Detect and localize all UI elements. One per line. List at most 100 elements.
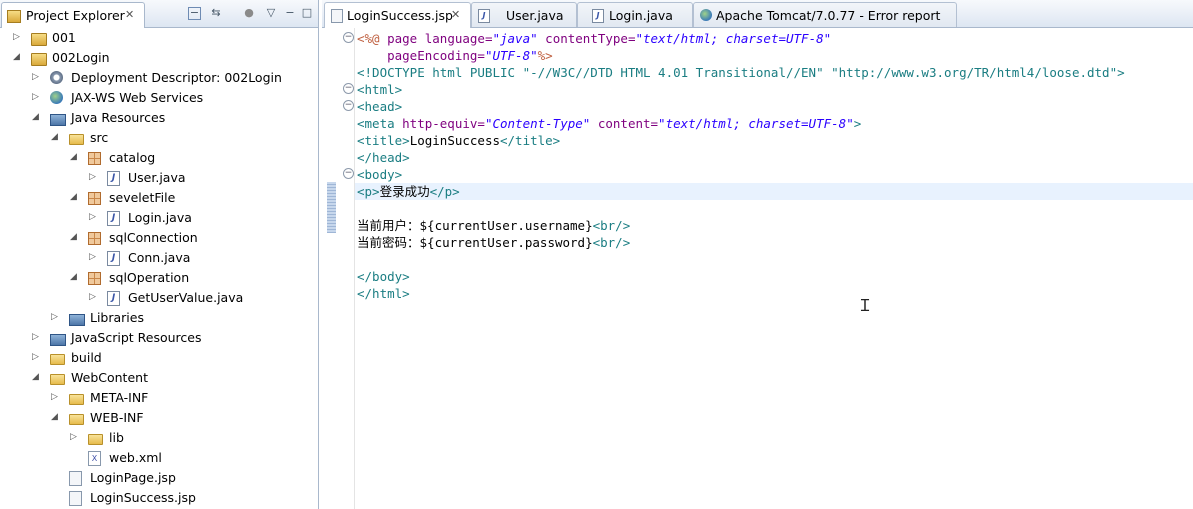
fold-collapse-icon[interactable]: − <box>343 32 354 43</box>
code-token: <head> <box>357 99 403 114</box>
editor-tabbar: LoginSuccess.jsp ✕ J User.java J Login.j… <box>322 0 1193 28</box>
tree-item-label: seveletFile <box>109 190 176 205</box>
tree-item-label: sqlConnection <box>109 230 198 245</box>
expanded-twisty-icon[interactable]: ◢ <box>51 132 61 142</box>
tree-item-label: Java Resources <box>71 110 166 125</box>
code-token: <br/> <box>592 235 631 250</box>
tree-item[interactable]: Xweb.xml <box>0 448 318 468</box>
close-icon[interactable]: ✕ <box>451 8 460 21</box>
view-menu-icon[interactable]: ▽ <box>264 6 278 20</box>
code-line[interactable]: <p>登录成功</p> <box>355 183 1193 200</box>
expanded-twisty-icon[interactable]: ◢ <box>32 372 42 382</box>
folder-icon <box>69 394 84 405</box>
tree-item[interactable]: ◢ 002Login <box>0 48 318 68</box>
tree-item[interactable]: ▷ J Conn.java <box>0 248 318 268</box>
deployment-descriptor-icon <box>50 71 63 84</box>
code-line[interactable]: <head> <box>355 98 1193 115</box>
code-token: ${currentUser.username} <box>419 218 593 233</box>
collapsed-twisty-icon[interactable]: ▷ <box>13 32 23 42</box>
code-token: "UTF-8" <box>484 48 538 63</box>
tree-item[interactable]: ◢ sqlOperation <box>0 268 318 288</box>
tree-item[interactable]: ◢ WebContent <box>0 368 318 388</box>
fold-collapse-icon[interactable]: − <box>343 83 354 94</box>
collapsed-twisty-icon[interactable]: ▷ <box>32 72 42 82</box>
editor-tab-tomcat-error-report[interactable]: Apache Tomcat/7.0.77 - Error report <box>693 2 957 27</box>
tree-item[interactable]: ◢ catalog <box>0 148 318 168</box>
tree-item[interactable]: ▷ build <box>0 348 318 368</box>
link-with-editor-icon[interactable]: ⇆ <box>209 6 223 20</box>
tree-item[interactable]: ▷ Libraries <box>0 308 318 328</box>
source-folder-icon <box>69 134 84 145</box>
code-line[interactable]: <body> <box>355 166 1193 183</box>
expanded-twisty-icon[interactable]: ◢ <box>70 272 80 282</box>
code-line[interactable]: <title>LoginSuccess</title> <box>355 132 1193 149</box>
code-line[interactable]: <html> <box>355 81 1193 98</box>
code-line[interactable]: </body> <box>355 268 1193 285</box>
tree-item[interactable]: ◢ WEB-INF <box>0 408 318 428</box>
collapsed-twisty-icon[interactable]: ▷ <box>32 332 42 342</box>
project-explorer-tab[interactable]: Project Explorer ✕ <box>1 2 145 28</box>
code-line[interactable]: </head> <box>355 149 1193 166</box>
minimize-icon[interactable]: − <box>283 6 297 20</box>
collapsed-twisty-icon[interactable]: ▷ <box>32 92 42 102</box>
code-line[interactable]: 当前用户：${currentUser.username}<br/> <box>355 217 1193 234</box>
editor-tab-loginsuccess-jsp[interactable]: LoginSuccess.jsp ✕ <box>324 2 471 28</box>
tree-item[interactable]: ▷ J User.java <box>0 168 318 188</box>
jsp-file-icon <box>69 471 82 486</box>
collapse-all-icon[interactable]: − <box>188 7 201 20</box>
code-line[interactable] <box>355 200 1193 217</box>
expanded-twisty-icon[interactable]: ◢ <box>70 152 80 162</box>
fold-collapse-icon[interactable]: − <box>343 100 354 111</box>
fold-collapse-icon[interactable]: − <box>343 168 354 179</box>
collapsed-twisty-icon[interactable]: ▷ <box>51 392 61 402</box>
collapsed-twisty-icon[interactable]: ▷ <box>89 212 99 222</box>
maximize-icon[interactable]: □ <box>300 6 314 20</box>
editor-tab-user-java[interactable]: J User.java <box>471 2 577 27</box>
code-line[interactable]: <meta http-equiv="Content-Type" content=… <box>355 115 1193 132</box>
expanded-twisty-icon[interactable]: ◢ <box>70 232 80 242</box>
tree-item[interactable]: ◢ seveletFile <box>0 188 318 208</box>
collapsed-twisty-icon[interactable]: ▷ <box>32 352 42 362</box>
code-area[interactable]: <%@ page language="java" contentType="te… <box>355 28 1193 509</box>
tree-item[interactable]: ▷ J GetUserValue.java <box>0 288 318 308</box>
code-line[interactable]: </html> <box>355 285 1193 302</box>
code-line[interactable]: pageEncoding="UTF-8"%> <box>355 47 1193 64</box>
editor-tab-login-java[interactable]: J Login.java <box>577 2 693 27</box>
expanded-twisty-icon[interactable]: ◢ <box>13 52 23 62</box>
collapsed-twisty-icon[interactable]: ▷ <box>70 432 80 442</box>
collapsed-twisty-icon[interactable]: ▷ <box>51 312 61 322</box>
code-token: 登录成功 <box>379 184 430 199</box>
tree-item[interactable]: ▷ J Login.java <box>0 208 318 228</box>
expanded-twisty-icon[interactable]: ◢ <box>32 112 42 122</box>
code-line-text: pageEncoding="UTF-8"%> <box>357 47 553 64</box>
close-icon[interactable]: ✕ <box>125 8 134 21</box>
tree-item-label: User.java <box>128 170 186 185</box>
code-token: <title> <box>357 133 410 148</box>
project-icon <box>31 33 47 46</box>
tree-item[interactable]: LoginSuccess.jsp <box>0 488 318 508</box>
collapsed-twisty-icon[interactable]: ▷ <box>89 252 99 262</box>
tree-item[interactable]: ◢ src <box>0 128 318 148</box>
focus-on-active-task-icon[interactable]: ● <box>242 6 256 20</box>
editor-vertical-ruler: − − − − <box>322 28 355 509</box>
tree-item[interactable]: ▷ JAX-WS Web Services <box>0 88 318 108</box>
code-token: </title> <box>500 133 561 148</box>
expanded-twisty-icon[interactable]: ◢ <box>70 192 80 202</box>
expanded-twisty-icon[interactable]: ◢ <box>51 412 61 422</box>
tree-item[interactable]: ◢ Java Resources <box>0 108 318 128</box>
collapsed-twisty-icon[interactable]: ▷ <box>89 172 99 182</box>
code-line[interactable]: 当前密码：${currentUser.password}<br/> <box>355 234 1193 251</box>
tree-item[interactable]: ▷ Deployment Descriptor: 002Login <box>0 68 318 88</box>
code-line[interactable]: <%@ page language="java" contentType="te… <box>355 30 1193 47</box>
tree-item[interactable]: ▷ META-INF <box>0 388 318 408</box>
code-line[interactable]: <!DOCTYPE html PUBLIC "-//W3C//DTD HTML … <box>355 64 1193 81</box>
tree-item-label: Conn.java <box>128 250 191 265</box>
collapsed-twisty-icon[interactable]: ▷ <box>89 292 99 302</box>
tree-item[interactable]: ▷ JavaScript Resources <box>0 328 318 348</box>
code-line[interactable] <box>355 251 1193 268</box>
jsp-file-icon <box>69 491 82 506</box>
tree-item[interactable]: ◢ sqlConnection <box>0 228 318 248</box>
tree-item[interactable]: LoginPage.jsp <box>0 468 318 488</box>
tree-item[interactable]: ▷ 001 <box>0 28 318 48</box>
tree-item[interactable]: ▷ lib <box>0 428 318 448</box>
